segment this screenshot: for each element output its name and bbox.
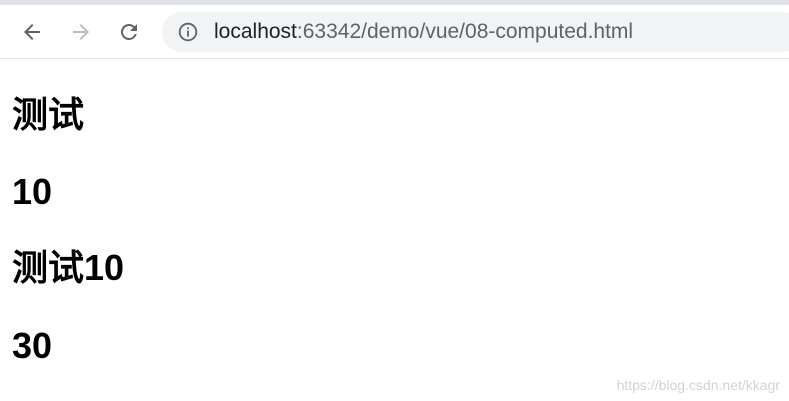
heading-number: 10 (12, 171, 53, 212)
browser-toolbar: localhost:63342/demo/vue/08-computed.htm… (0, 5, 789, 59)
reload-button[interactable] (115, 18, 143, 46)
arrow-right-icon (73, 24, 89, 40)
forward-button[interactable] (67, 18, 95, 46)
url-path: :63342/demo/vue/08-computed.html (296, 20, 634, 43)
url-text[interactable]: localhost:63342/demo/vue/08-computed.htm… (214, 12, 633, 52)
heading-computed: 30 (12, 325, 53, 366)
info-circle-icon[interactable] (178, 22, 198, 42)
back-button[interactable] (18, 18, 46, 46)
address-bar[interactable]: localhost:63342/demo/vue/08-computed.htm… (162, 12, 789, 52)
heading-message: 测试 (12, 94, 85, 135)
heading-combined: 测试10 (12, 247, 125, 288)
reload-icon (121, 24, 137, 40)
arrow-left-icon (24, 24, 40, 40)
watermark: https://blog.csdn.net/kkagr (616, 377, 780, 393)
url-host: localhost (214, 20, 297, 43)
